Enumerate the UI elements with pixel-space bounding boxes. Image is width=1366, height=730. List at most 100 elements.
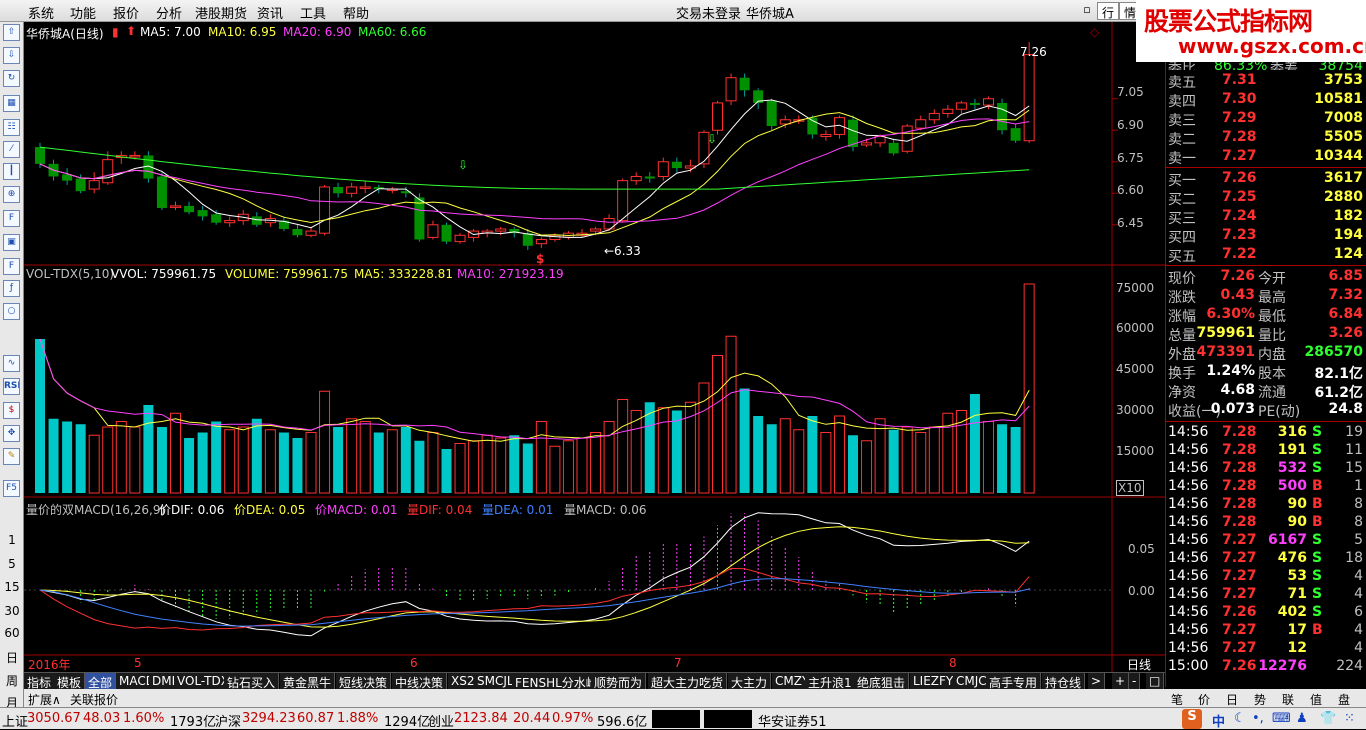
tab-duanxian[interactable]: 短线决策 [336,673,392,690]
bid-row[interactable]: 买四 7.23 194 [1166,227,1366,246]
stat-row[interactable]: 换手 1.24% 股本 82.1亿 [1166,363,1366,382]
ask-row[interactable]: 卖三 7.29 7008 [1166,110,1366,129]
window-button[interactable]: □ [1146,673,1165,690]
tab-indicator[interactable]: 指标 [24,673,56,690]
tab-link[interactable]: 联 [1282,691,1294,708]
period-60min[interactable]: 60 [0,626,24,640]
menu-news[interactable]: 资讯 [257,3,283,22]
stat-row[interactable]: 现价 7.26 今开 6.85 [1166,268,1366,287]
f5-icon[interactable]: F5 [3,480,20,497]
wave-icon[interactable]: ∿ [3,355,20,372]
tab-juedi[interactable]: 绝底狙击 [854,673,910,690]
hs-index-label[interactable]: 沪深 [215,711,241,730]
move-icon[interactable]: ✥ [3,425,20,442]
f10-icon[interactable]: F [3,258,20,275]
image-icon[interactable]: ▣ [3,234,20,251]
bid-row[interactable]: 买一 7.26 3617 [1166,170,1366,189]
broker-name[interactable]: 华安证券51 [758,711,827,730]
period-30min[interactable]: 30 [0,604,24,618]
ask-row[interactable]: 卖一 7.27 10344 [1166,148,1366,167]
shirt-icon[interactable]: 👕 [1320,711,1336,726]
ask-row[interactable]: 卖二 7.28 5505 [1166,129,1366,148]
skin-icon[interactable]: ♟ [1296,711,1308,726]
chart-area[interactable]: 华侨城A(日线) ▮ ⬆ MA5: 7.00 MA10: 6.95 MA20: … [24,22,1165,672]
sh-index-label[interactable]: 上证 [2,711,28,730]
tick-row[interactable]: 14:56 7.27 17 B 4 [1166,622,1366,640]
arrow-up-icon[interactable]: ⇧ [3,24,20,41]
related-quotes-tab[interactable]: 关联报价 [70,691,118,708]
tab-gaoshou[interactable]: 高手专用 [986,673,1042,690]
period-15min[interactable]: 15 [0,580,24,594]
tab-fenshl[interactable]: FENSHL分水岭 [512,673,602,690]
tab-value[interactable]: 值 [1310,691,1322,708]
tick-row[interactable]: 14:56 7.27 53 S 4 [1166,568,1366,586]
tab-shunshi[interactable]: 顺势而为 [591,673,647,690]
refresh-icon[interactable]: ↻ [3,70,20,87]
pencil-icon[interactable]: ✎ [3,448,20,465]
kline-chart-svg[interactable] [24,22,1165,672]
stat-row[interactable]: 外盘 473391 内盘 286570 [1166,344,1366,363]
zoom-out-button[interactable]: - [1129,673,1141,690]
keyboard-icon[interactable]: ⌨ [1272,711,1291,726]
tab-scroll-right[interactable]: > [1088,673,1106,690]
expand-button[interactable]: 扩展∧ [28,691,61,708]
tab-trades[interactable]: 笔 [1171,691,1183,708]
bid-row[interactable]: 买三 7.24 182 [1166,208,1366,227]
diamond-icon[interactable]: ◇ [1090,25,1099,39]
stat-row[interactable]: 净资 4.68 流通 61.2亿 [1166,382,1366,401]
tab-zhongxian[interactable]: 中线决策 [392,673,448,690]
ask-row[interactable]: 卖五 7.31 3753 [1166,72,1366,91]
stat-row[interactable]: 收益(一) 0.073 PE(动) 24.8 [1166,401,1366,420]
tick-row[interactable]: 14:56 7.27 71 S 4 [1166,586,1366,604]
grid-menu-icon[interactable]: ⁙ [1344,711,1355,726]
tab-chaoda[interactable]: 超大主力吃货 [648,673,728,690]
moon-icon[interactable]: ☾ [1234,711,1246,726]
menu-help[interactable]: 帮助 [343,3,369,22]
grid-icon[interactable]: ▦ [3,95,20,112]
period-5min[interactable]: 5 [0,557,24,571]
tab-hang[interactable]: 行 [1097,2,1120,20]
table-icon[interactable]: ☷ [3,119,20,136]
period-week[interactable]: 周 [0,672,24,689]
tick-row[interactable]: 14:56 7.28 500 B 1 [1166,478,1366,496]
sogou-ime-icon[interactable]: S [1182,709,1202,729]
tab-huangjin[interactable]: 黄金黑牛 [280,673,336,690]
tick-row[interactable]: 14:56 7.28 191 S 11 [1166,442,1366,460]
minimize-icon[interactable]: ▫ [1080,3,1094,17]
tick-row[interactable]: 14:56 7.28 316 S 19 [1166,424,1366,442]
tab-trend[interactable]: 势 [1254,691,1266,708]
dollar-icon[interactable]: $ [3,402,20,419]
tab-all[interactable]: 全部 [85,673,117,690]
menu-quote[interactable]: 报价 [113,3,139,22]
tab-board[interactable]: 盘 [1338,691,1350,708]
stat-row[interactable]: 涨幅 6.30% 最低 6.84 [1166,306,1366,325]
tab-day[interactable]: 日 [1226,691,1238,708]
tick-row[interactable]: 14:56 7.28 90 B 8 [1166,514,1366,532]
bid-row[interactable]: 买二 7.25 2880 [1166,189,1366,208]
tab-zuanshi[interactable]: 钻石买入 [224,673,280,690]
tab-chicang[interactable]: 持仓线 [1042,673,1086,690]
kline-icon[interactable]: ┃ [3,163,20,180]
cy-index-label[interactable]: 创业 [428,711,454,730]
punct-icon[interactable]: •, [1252,711,1264,726]
tab-template[interactable]: 模板 [54,673,86,690]
tab-zhushenglang[interactable]: 主升浪1 [805,673,856,690]
circle-icon[interactable]: ○ [3,303,20,320]
rsi-icon[interactable]: RSI [3,378,20,395]
ask-row[interactable]: 卖四 7.30 10581 [1166,91,1366,110]
tab-liezfy[interactable]: LIEZFY [910,673,958,690]
menu-system[interactable]: 系统 [28,3,54,22]
tab-dazhuli[interactable]: 大主力 [728,673,772,690]
tick-row[interactable]: 15:00 7.26 12276 224 [1166,658,1366,676]
tick-row[interactable]: 14:56 7.28 90 B 8 [1166,496,1366,514]
menu-function[interactable]: 功能 [70,3,96,22]
zoom-in-button[interactable]: + [1112,673,1130,690]
login-status[interactable]: 交易未登录 [676,3,741,22]
fio-icon[interactable]: F [3,210,20,227]
arrow-down-icon[interactable]: ⇩ [3,47,20,64]
tab-price[interactable]: 价 [1198,691,1210,708]
period-day[interactable]: 日 [0,649,24,666]
tick-row[interactable]: 14:56 7.26 402 S 6 [1166,604,1366,622]
stat-row[interactable]: 总量 759961 量比 3.26 [1166,325,1366,344]
line-chart-icon[interactable]: ⁄ [3,141,20,158]
